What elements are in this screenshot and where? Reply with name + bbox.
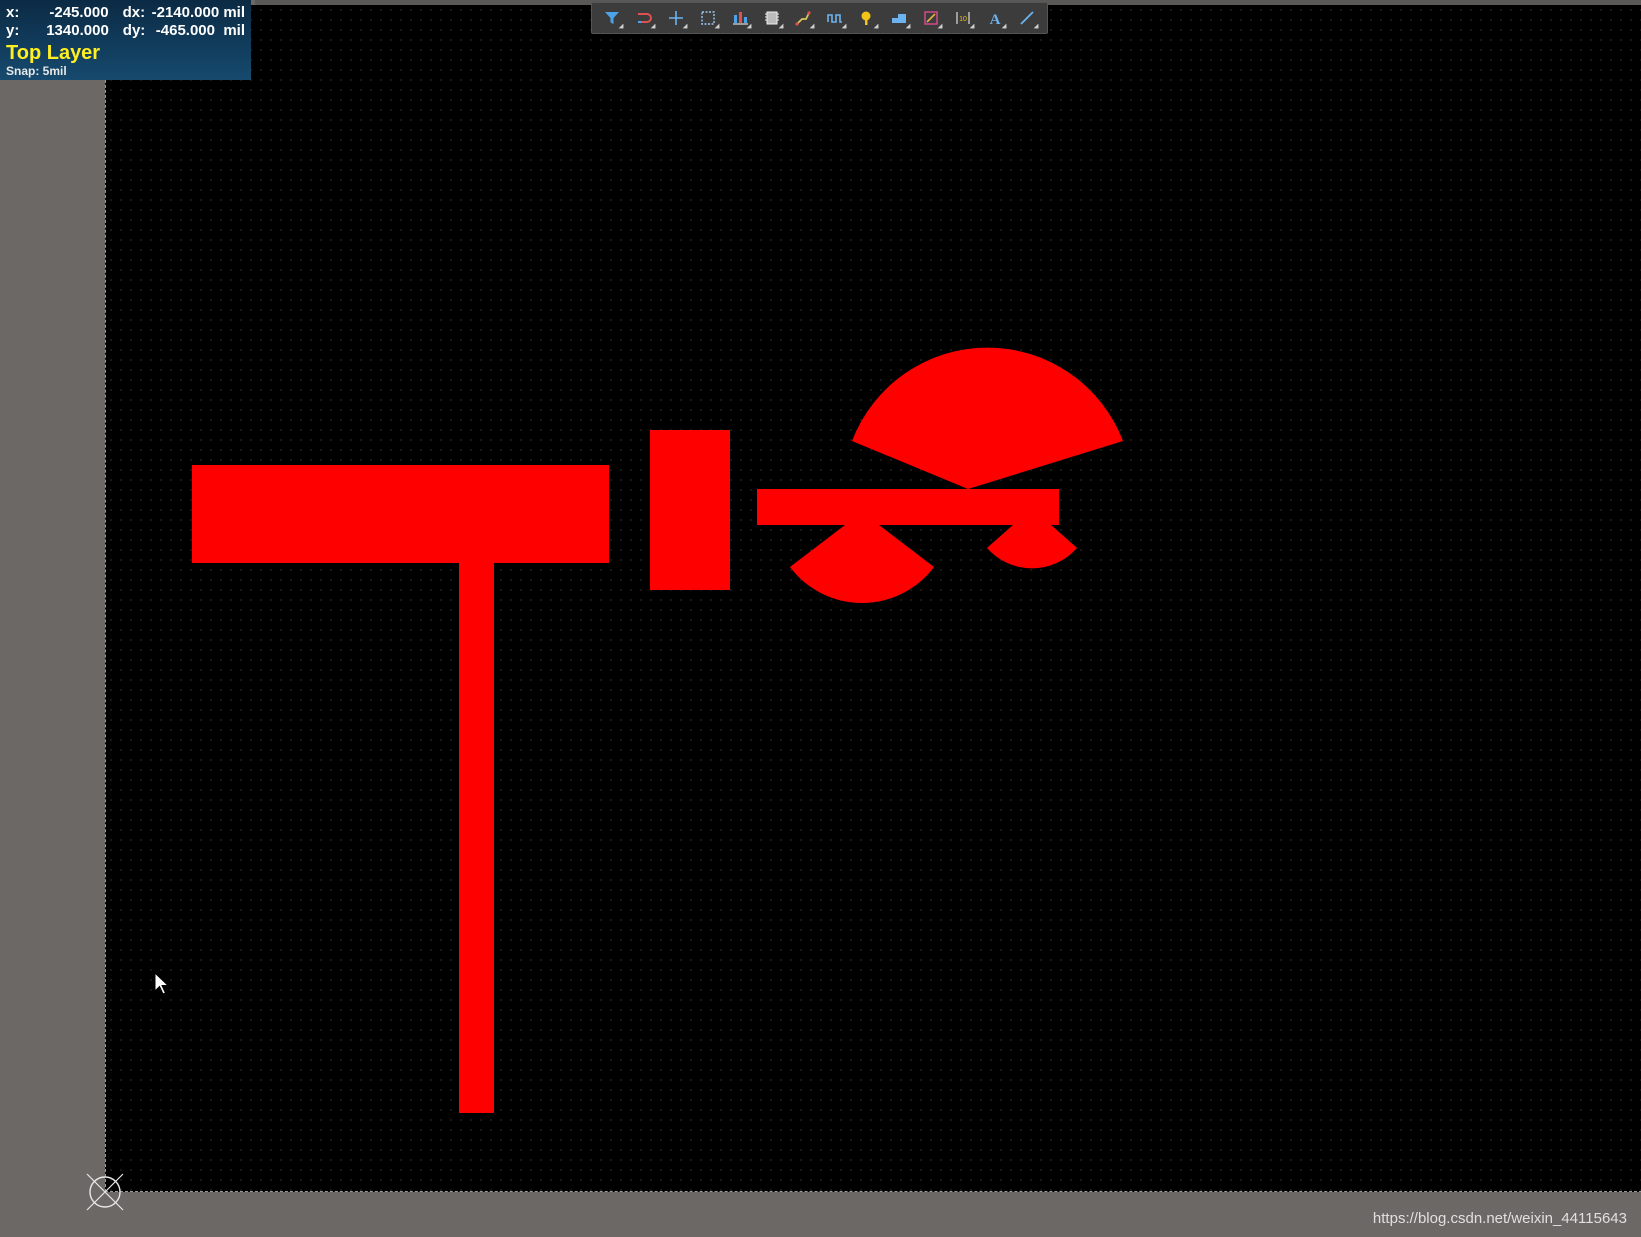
copper-stem-vertical[interactable] — [459, 562, 494, 1113]
crosshair-icon[interactable] — [662, 5, 690, 31]
dimension-icon[interactable]: 10 — [949, 5, 977, 31]
filter-icon[interactable] — [598, 5, 626, 31]
interactive-route-icon[interactable] — [630, 5, 658, 31]
y-value: 1340.000 — [46, 22, 109, 39]
origin-marker-icon — [86, 1173, 124, 1211]
y-label: y: — [6, 22, 20, 39]
active-bar-toolbar: 10 A — [591, 2, 1048, 34]
copper-shapes[interactable] — [0, 0, 1641, 1237]
current-layer: Top Layer — [6, 42, 101, 64]
line-icon[interactable] — [1013, 5, 1041, 31]
dx-label: dx: — [122, 4, 146, 21]
coordinate-readout: x: -245.000 dx: -2140.000 mil y: 1340.00… — [0, 0, 251, 80]
mouse-cursor-icon — [154, 972, 170, 995]
polygon-icon[interactable] — [885, 5, 913, 31]
copper-radial-stub-lower-left[interactable] — [790, 512, 934, 603]
watermark-url: https://blog.csdn.net/weixin_44115643 — [1372, 1210, 1627, 1227]
component-icon[interactable] — [758, 5, 786, 31]
align-icon[interactable] — [726, 5, 754, 31]
text-icon[interactable]: A — [981, 5, 1009, 31]
dy-label: dy: — [122, 22, 146, 39]
pad-icon[interactable] — [853, 5, 881, 31]
x-value: -245.000 — [49, 4, 109, 21]
svg-text:A: A — [990, 12, 1001, 27]
snap-setting: Snap: 5mil — [6, 64, 67, 78]
keepout-icon[interactable] — [917, 5, 945, 31]
copper-bar-horizontal[interactable] — [192, 465, 609, 563]
copper-strip[interactable] — [757, 489, 1059, 525]
dy-value: -465.000 mil — [155, 22, 245, 39]
select-rect-icon[interactable] — [694, 5, 722, 31]
copper-pad-rect[interactable] — [650, 430, 730, 590]
svg-text:10: 10 — [959, 16, 967, 23]
tune-length-icon[interactable] — [821, 5, 849, 31]
copper-radial-stub-large[interactable] — [852, 347, 1123, 489]
route-icon[interactable] — [789, 5, 817, 31]
x-label: x: — [6, 4, 20, 21]
dx-value: -2140.000 mil — [151, 4, 246, 21]
